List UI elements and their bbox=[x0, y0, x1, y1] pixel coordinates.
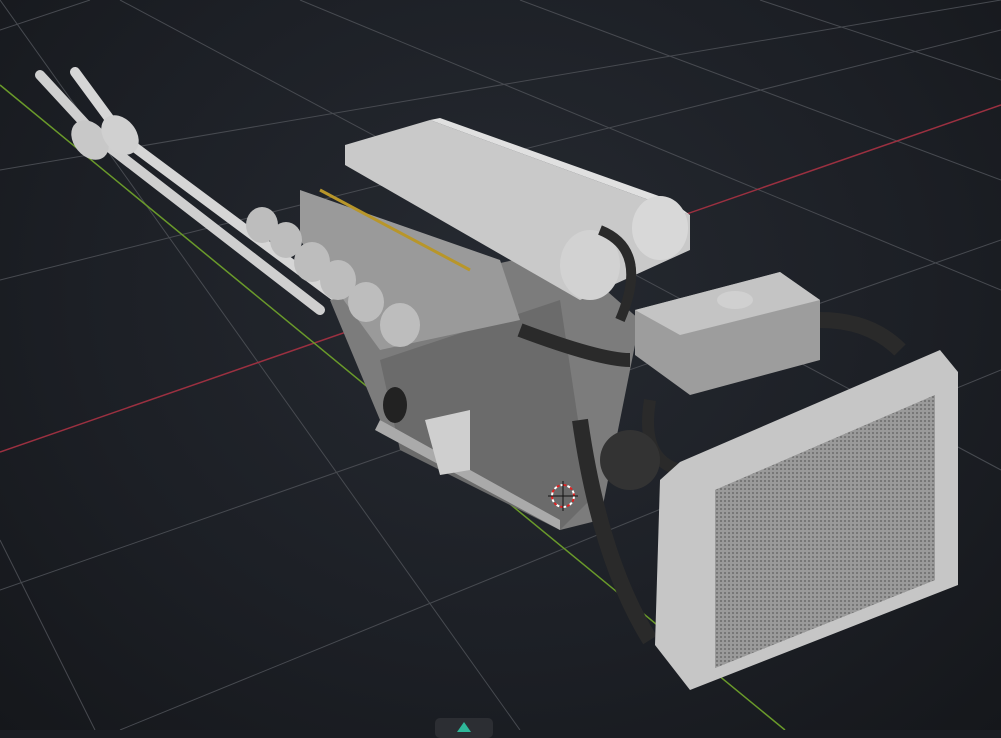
navigation-gizmo-icon[interactable] bbox=[435, 718, 493, 738]
3d-viewport[interactable] bbox=[0, 0, 1001, 738]
viewport-scene bbox=[0, 0, 1001, 730]
engine-model[interactable] bbox=[35, 67, 958, 690]
